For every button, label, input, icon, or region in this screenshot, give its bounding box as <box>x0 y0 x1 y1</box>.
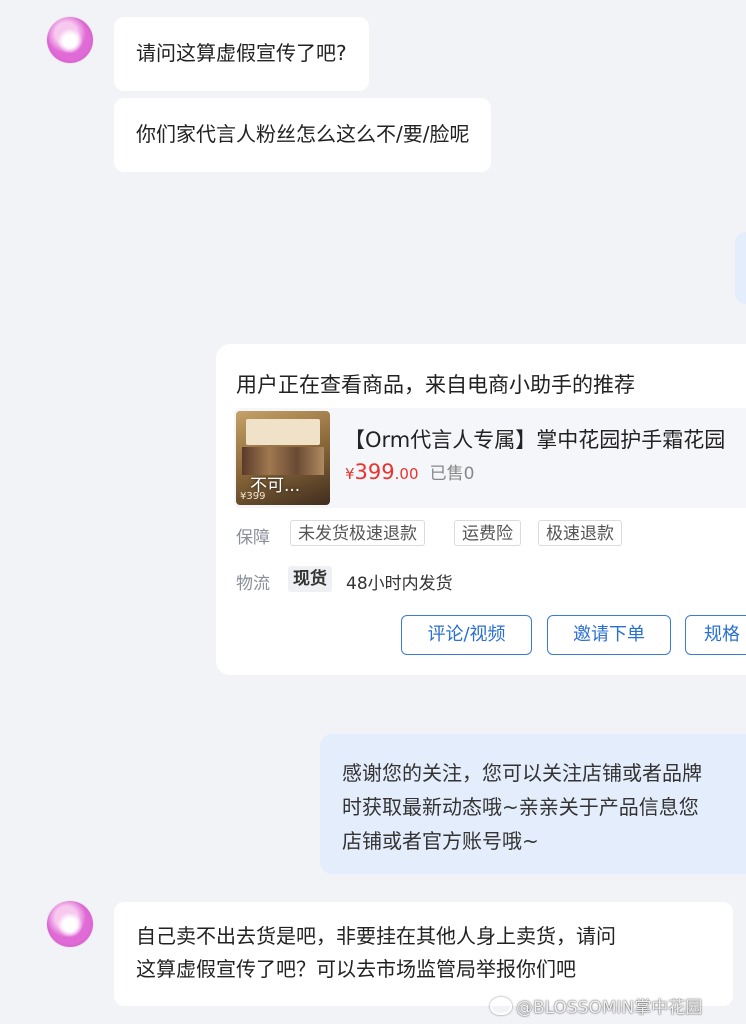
thumbnail-banner <box>246 419 320 445</box>
product-recommendation-card[interactable]: 用户正在查看商品，来自电商小助手的推荐 不可... ¥399 【Orm代言人专属… <box>216 344 746 675</box>
logistics-text: 48小时内发货 <box>346 574 453 594</box>
weibo-logo-icon <box>490 997 512 1015</box>
guarantee-label: 保障 <box>236 528 270 548</box>
watermark-text: @BLOSSOMIN掌中花园 <box>516 998 703 1018</box>
guarantee-tag-refund-unshipped: 未发货极速退款 <box>290 520 425 546</box>
user-avatar[interactable] <box>47 901 93 947</box>
guarantee-tag-shipping-insurance: 运费险 <box>454 520 521 546</box>
product-thumbnail[interactable]: 不可... ¥399 <box>236 411 330 505</box>
price-integer: 399 <box>354 460 395 484</box>
guarantee-tag-fast-refund: 极速退款 <box>538 520 622 546</box>
outgoing-message-bubble-partial <box>735 232 746 304</box>
sold-count: 已售0 <box>429 464 475 484</box>
specs-button[interactable]: 规格 <box>685 615 746 655</box>
product-price-line: ¥399.00 已售0 <box>345 459 474 484</box>
user-avatar[interactable] <box>47 17 93 63</box>
weibo-watermark: @BLOSSOMIN掌中花园 <box>490 993 702 1018</box>
message-text: 你们家代言人粉丝怎么这么不/要/脸呢 <box>136 122 470 146</box>
message-line: 自己卖不出去货是吧，非要挂在其他人身上卖货，请问 <box>136 924 616 948</box>
thumbnail-price: ¥399 <box>240 491 266 502</box>
message-text: 请问这算虚假宣传了吧? <box>136 41 347 65</box>
currency-symbol: ¥ <box>345 465 355 483</box>
reply-line: 感谢您的关注，您可以关注店铺或者品牌 <box>342 761 702 785</box>
incoming-message-bubble: 请问这算虚假宣传了吧? <box>114 17 369 91</box>
card-header: 用户正在查看商品，来自电商小助手的推荐 <box>236 373 635 397</box>
reply-line: 店铺或者官方账号哦~ <box>342 829 539 853</box>
incoming-message-bubble: 你们家代言人粉丝怎么这么不/要/脸呢 <box>114 98 492 172</box>
product-row[interactable]: 不可... ¥399 【Orm代言人专属】掌中花园护手霜花园 ¥399.00 已… <box>234 408 746 508</box>
reply-line: 时获取最新动态哦~亲亲关于产品信息您 <box>342 795 699 819</box>
price-decimal: .00 <box>394 465 419 483</box>
invite-order-button[interactable]: 邀请下单 <box>547 615 671 655</box>
message-line: 这算虚假宣传了吧？可以去市场监管局举报你们吧 <box>136 957 576 981</box>
incoming-message-bubble: 自己卖不出去货是吧，非要挂在其他人身上卖货，请问 这算虚假宣传了吧？可以去市场监… <box>114 902 733 1006</box>
product-title[interactable]: 【Orm代言人专属】掌中花园护手霜花园 <box>344 424 725 454</box>
reviews-video-button[interactable]: 评论/视频 <box>401 615 532 655</box>
logistics-label: 物流 <box>236 574 270 594</box>
outgoing-reply-bubble: 感谢您的关注，您可以关注店铺或者品牌 时获取最新动态哦~亲亲关于产品信息您 店铺… <box>320 734 746 874</box>
logistics-badge: 现货 <box>288 566 332 592</box>
